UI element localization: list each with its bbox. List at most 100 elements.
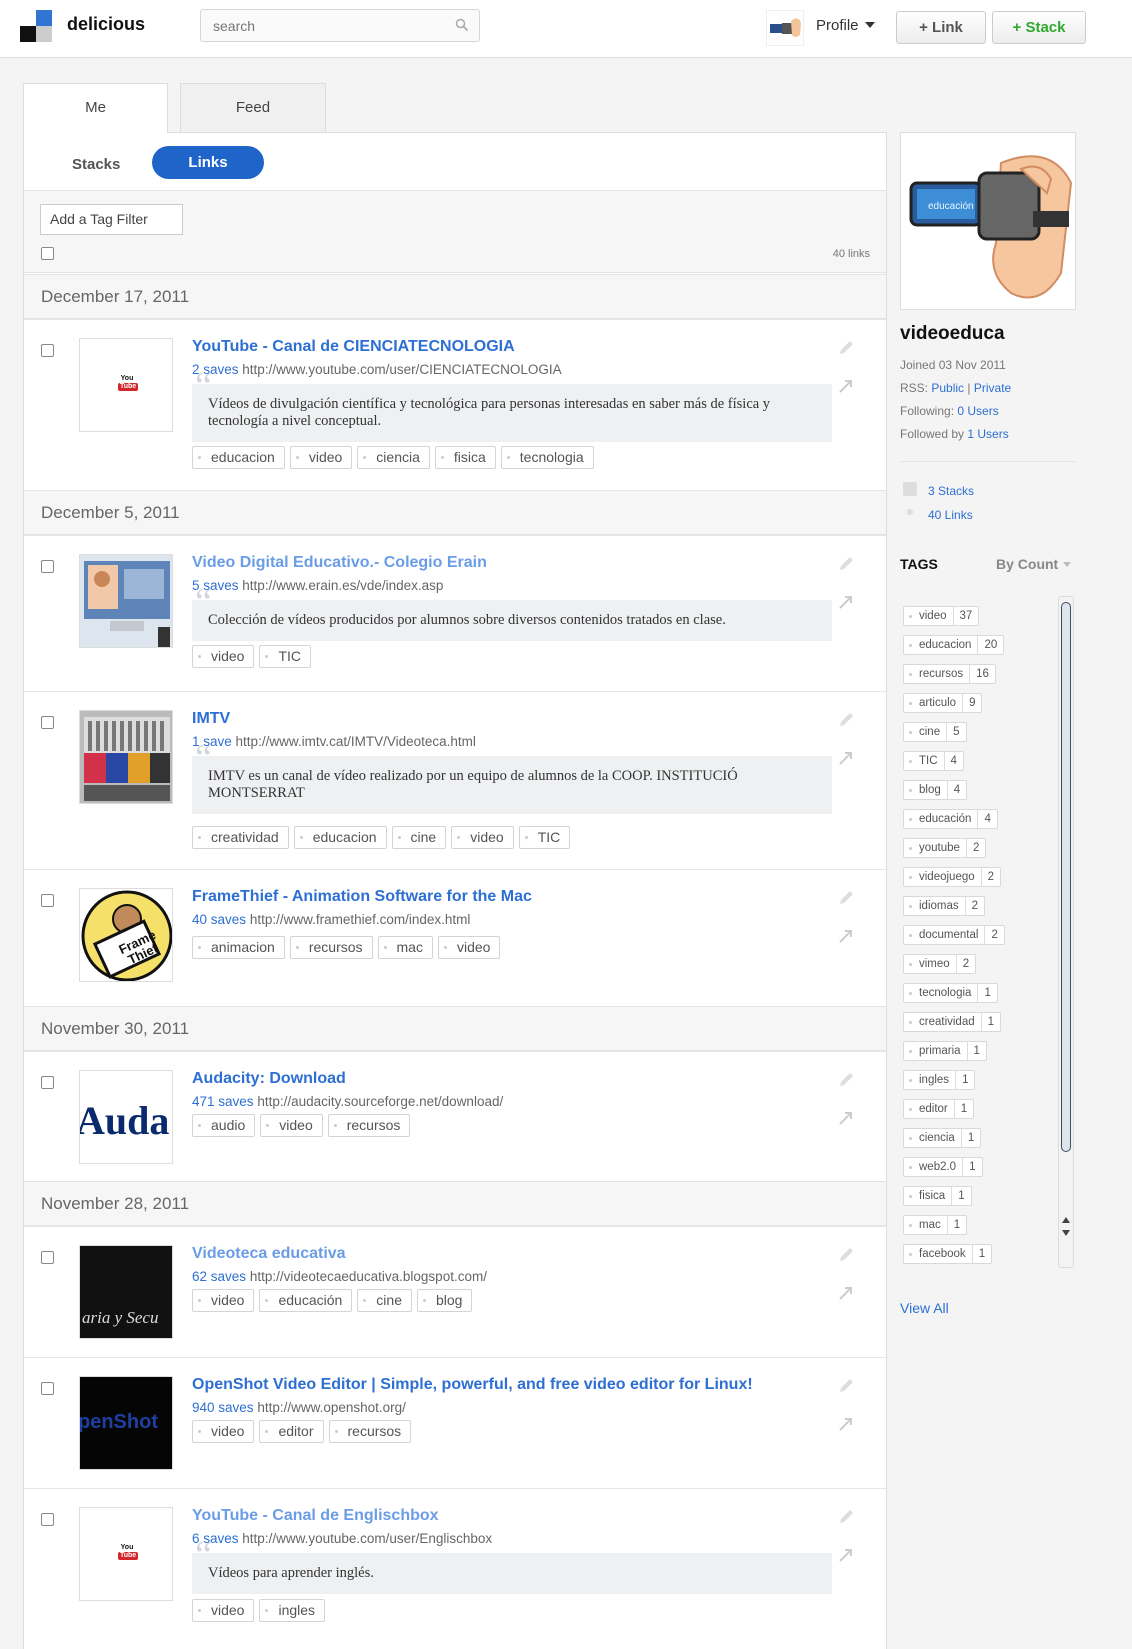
link-thumbnail[interactable]: penShot <box>79 1376 173 1470</box>
save-count[interactable]: 471 saves <box>192 1094 254 1109</box>
tag-chip[interactable]: TIC <box>518 826 571 849</box>
sidebar-tag[interactable]: TIC 4 <box>903 751 964 771</box>
share-arrow-icon[interactable] <box>836 926 856 946</box>
sidebar-tag[interactable]: blog 4 <box>903 780 968 800</box>
share-arrow-icon[interactable] <box>836 1283 856 1303</box>
username[interactable]: videoeduca <box>900 323 1005 345</box>
tag-chip[interactable]: ciencia <box>357 446 430 469</box>
sidebar-tag[interactable]: web2.0 1 <box>903 1157 983 1177</box>
search-icon[interactable] <box>455 18 469 32</box>
link-title[interactable]: Video Digital Educativo.- Colegio Erain <box>192 554 487 572</box>
tag-chip[interactable]: mac <box>377 936 433 959</box>
sidebar-tag[interactable]: cine 5 <box>903 722 967 742</box>
profile-menu[interactable]: Profile <box>816 17 875 34</box>
sidebar-tag[interactable]: facebook 1 <box>903 1244 993 1264</box>
link-url[interactable]: http://audacity.sourceforge.net/download… <box>257 1094 503 1109</box>
save-count[interactable]: 40 saves <box>192 912 246 927</box>
tab-feed[interactable]: Feed <box>180 83 326 133</box>
link-title[interactable]: OpenShot Video Editor | Simple, powerful… <box>192 1376 753 1394</box>
sidebar-tag[interactable]: mac 1 <box>903 1215 968 1235</box>
edit-pencil-icon[interactable] <box>836 338 856 358</box>
edit-pencil-icon[interactable] <box>836 1507 856 1527</box>
share-arrow-icon[interactable] <box>836 748 856 768</box>
tag-chip[interactable]: video <box>260 1114 323 1137</box>
link-url[interactable]: http://www.erain.es/vde/index.asp <box>242 578 443 593</box>
tag-chip[interactable]: creatividad <box>192 826 289 849</box>
tag-list-scrollbar[interactable] <box>1058 596 1074 1268</box>
link-url[interactable]: http://videotecaeducativa.blogspot.com/ <box>250 1269 487 1284</box>
link-checkbox[interactable] <box>41 1382 54 1395</box>
link-title[interactable]: Audacity: Download <box>192 1070 346 1088</box>
tag-chip[interactable]: video <box>451 826 514 849</box>
share-arrow-icon[interactable] <box>836 1414 856 1434</box>
tag-chip[interactable]: cine <box>357 1289 412 1312</box>
link-thumbnail[interactable]: Auda <box>79 1070 173 1164</box>
link-url[interactable]: http://www.imtv.cat/IMTV/Videoteca.html <box>236 734 476 749</box>
tag-chip[interactable]: video <box>192 1289 255 1312</box>
link-url[interactable]: http://www.framethief.com/index.html <box>250 912 471 927</box>
view-all-tags-link[interactable]: View All <box>900 1300 949 1316</box>
sidebar-tag[interactable]: youtube 2 <box>903 838 987 858</box>
scrollbar-thumb[interactable] <box>1061 602 1071 1152</box>
sidebar-tag[interactable]: educación 4 <box>903 809 998 829</box>
link-title[interactable]: IMTV <box>192 710 230 728</box>
link-thumbnail[interactable]: You Tube <box>79 1507 173 1601</box>
following-link[interactable]: 0 Users <box>957 404 998 418</box>
tag-chip[interactable]: recursos <box>327 1114 411 1137</box>
search-input[interactable] <box>201 10 441 41</box>
link-url[interactable]: http://www.openshot.org/ <box>257 1400 406 1415</box>
tag-chip[interactable]: video <box>192 1420 255 1443</box>
sidebar-tag[interactable]: recursos 16 <box>903 664 996 684</box>
link-thumbnail[interactable] <box>79 710 173 804</box>
brand-name[interactable]: delicious <box>67 14 145 35</box>
sidebar-tag[interactable]: articulo 9 <box>903 693 983 713</box>
sidebar-tag[interactable]: documental 2 <box>903 925 1005 945</box>
subtab-stacks[interactable]: Stacks <box>72 156 120 173</box>
tag-chip[interactable]: video <box>192 645 255 668</box>
save-count[interactable]: 62 saves <box>192 1269 246 1284</box>
link-thumbnail[interactable]: Frame Thief <box>79 888 173 982</box>
tab-me[interactable]: Me <box>23 83 168 133</box>
tag-chip[interactable]: video <box>192 1599 255 1622</box>
edit-pencil-icon[interactable] <box>836 1376 856 1396</box>
share-arrow-icon[interactable] <box>836 1545 856 1565</box>
link-title[interactable]: YouTube - Canal de CIENCIATECNOLOGIA <box>192 338 515 356</box>
edit-pencil-icon[interactable] <box>836 554 856 574</box>
profile-avatar[interactable] <box>766 10 804 46</box>
link-checkbox[interactable] <box>41 1076 54 1089</box>
link-thumbnail[interactable]: aria y Secu <box>79 1245 173 1339</box>
sidebar-tag[interactable]: videojuego 2 <box>903 867 1002 887</box>
tag-chip[interactable]: video <box>437 936 501 959</box>
rss-public-link[interactable]: Public <box>931 381 964 395</box>
link-url[interactable]: http://www.youtube.com/user/Englischbox <box>242 1531 492 1546</box>
tag-chip[interactable]: TIC <box>259 645 312 668</box>
tag-chip[interactable]: recursos <box>328 1420 412 1443</box>
link-checkbox[interactable] <box>41 344 54 357</box>
edit-pencil-icon[interactable] <box>836 1070 856 1090</box>
link-checkbox[interactable] <box>41 1513 54 1526</box>
sidebar-tag[interactable]: fisica 1 <box>903 1186 972 1206</box>
scroll-up-arrow-icon[interactable] <box>1062 1217 1070 1223</box>
scroll-down-arrow-icon[interactable] <box>1062 1230 1070 1236</box>
tag-chip[interactable]: editor <box>259 1420 324 1443</box>
link-thumbnail[interactable]: You Tube <box>79 338 173 432</box>
link-url[interactable]: http://www.youtube.com/user/CIENCIATECNO… <box>242 362 561 377</box>
tag-chip[interactable]: educacion <box>293 826 387 849</box>
link-thumbnail[interactable] <box>79 554 173 648</box>
share-arrow-icon[interactable] <box>836 592 856 612</box>
select-all-checkbox[interactable] <box>41 247 54 260</box>
link-checkbox[interactable] <box>41 716 54 729</box>
sidebar-tag[interactable]: editor 1 <box>903 1099 975 1119</box>
link-checkbox[interactable] <box>41 894 54 907</box>
tag-chip[interactable]: blog <box>416 1289 473 1312</box>
link-checkbox[interactable] <box>41 560 54 573</box>
save-count[interactable]: 940 saves <box>192 1400 254 1415</box>
tag-chip[interactable]: audio <box>192 1114 256 1137</box>
subtab-links[interactable]: Links <box>152 146 264 179</box>
tag-chip[interactable]: video <box>289 446 353 469</box>
add-link-button[interactable]: + Link <box>896 11 986 44</box>
add-stack-button[interactable]: + Stack <box>992 11 1086 44</box>
links-link[interactable]: 40 Links <box>928 508 973 522</box>
rss-private-link[interactable]: Private <box>974 381 1011 395</box>
tag-chip[interactable]: educacion <box>192 446 285 469</box>
